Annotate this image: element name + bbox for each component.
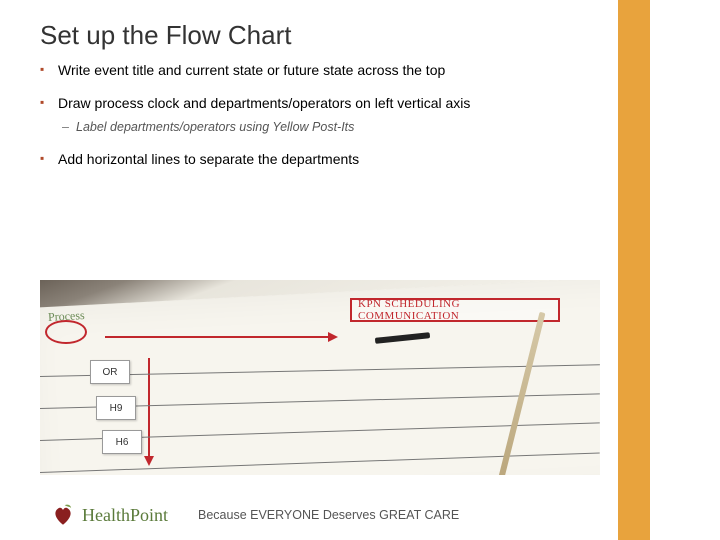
bullet-item: Add horizontal lines to separate the dep… bbox=[40, 150, 510, 169]
slide: Set up the Flow Chart Write event title … bbox=[0, 0, 720, 540]
sub-item: Label departments/operators using Yellow… bbox=[58, 119, 510, 137]
bullet-text: Draw process clock and departments/opera… bbox=[58, 95, 470, 111]
brand-part2: Point bbox=[130, 505, 168, 525]
footer: HealthPoint Because EVERYONE Deserves GR… bbox=[50, 502, 680, 528]
page-title: Set up the Flow Chart bbox=[40, 20, 680, 51]
heart-leaf-icon bbox=[50, 502, 76, 528]
title-red-box: KPN SCHEDULING COMMUNICATION bbox=[350, 298, 560, 322]
bullet-text: Write event title and current state or f… bbox=[58, 62, 445, 78]
brand-name: HealthPoint bbox=[82, 505, 168, 526]
flowchart-photo: Process KPN SCHEDULING COMMUNICATION OR … bbox=[40, 280, 600, 475]
red-arrow-horizontal bbox=[105, 336, 330, 338]
tagline: Because EVERYONE Deserves GREAT CARE bbox=[198, 508, 459, 522]
bullet-item: Write event title and current state or f… bbox=[40, 61, 510, 80]
accent-bar bbox=[618, 0, 650, 540]
brand-logo: HealthPoint bbox=[50, 502, 168, 528]
bullet-item: Draw process clock and departments/opera… bbox=[40, 94, 510, 136]
photo-background: Process KPN SCHEDULING COMMUNICATION OR … bbox=[40, 280, 600, 475]
post-it-or: OR bbox=[90, 360, 130, 384]
bullet-text: Add horizontal lines to separate the dep… bbox=[58, 151, 359, 167]
brand-part1: Health bbox=[82, 505, 130, 525]
red-circle-annotation bbox=[45, 320, 87, 344]
post-it-h9: H9 bbox=[96, 396, 136, 420]
sub-list: Label departments/operators using Yellow… bbox=[58, 119, 510, 137]
post-it-h6: H6 bbox=[102, 430, 142, 454]
bullet-list: Write event title and current state or f… bbox=[40, 61, 510, 169]
